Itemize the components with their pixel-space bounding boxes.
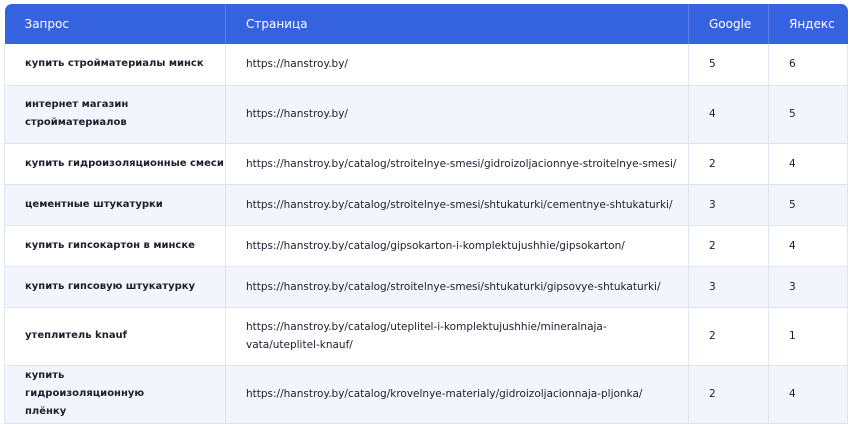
table-row: купить гидроизоляционные смеси https://h…	[4, 143, 848, 185]
column-header-query: Запрос	[4, 4, 226, 44]
column-header-yandex: Яндекс	[768, 4, 848, 44]
page-cell: https://hanstroy.by/catalog/stroitelnye-…	[225, 143, 689, 185]
query-cell: купить гидроизоляционную плёнку	[4, 365, 226, 424]
google-position-cell: 2	[688, 365, 769, 424]
query-cell: интернет магазин стройматериалов	[4, 85, 226, 144]
page-cell: https://hanstroy.by/catalog/stroitelnye-…	[225, 266, 689, 308]
column-header-page: Страница	[225, 4, 689, 44]
page-cell: https://hanstroy.by/catalog/gipsokarton-…	[225, 225, 689, 267]
google-position-cell: 3	[688, 184, 769, 226]
query-cell: купить гидроизоляционные смеси	[4, 143, 226, 185]
yandex-position-cell: 4	[768, 365, 848, 424]
google-position-cell: 2	[688, 143, 769, 185]
page-cell: https://hanstroy.by/	[225, 85, 689, 144]
page-cell: https://hanstroy.by/	[225, 44, 689, 86]
query-cell: купить гипсовую штукатурку	[4, 266, 226, 308]
query-cell: цементные штукатурки	[4, 184, 226, 226]
yandex-position-cell: 3	[768, 266, 848, 308]
yandex-position-cell: 5	[768, 184, 848, 226]
yandex-position-cell: 6	[768, 44, 848, 86]
page-cell: https://hanstroy.by/catalog/uteplitel-i-…	[225, 307, 689, 366]
google-position-cell: 2	[688, 307, 769, 366]
table-row: купить гидроизоляционную плёнку https://…	[4, 365, 848, 424]
column-header-google: Google	[688, 4, 769, 44]
rankings-table: Запрос Страница Google Яндекс купить стр…	[4, 4, 848, 424]
page-cell: https://hanstroy.by/catalog/krovelnye-ma…	[225, 365, 689, 424]
query-cell: утеплитель knauf	[4, 307, 226, 366]
table-row: купить гипсовую штукатурку https://hanst…	[4, 266, 848, 308]
yandex-position-cell: 1	[768, 307, 848, 366]
table-header: Запрос Страница Google Яндекс	[4, 4, 848, 44]
rankings-table-container: Запрос Страница Google Яндекс купить стр…	[4, 4, 848, 424]
table-row: цементные штукатурки https://hanstroy.by…	[4, 184, 848, 226]
page-cell: https://hanstroy.by/catalog/stroitelnye-…	[225, 184, 689, 226]
table-row: интернет магазин стройматериалов https:/…	[4, 85, 848, 144]
yandex-position-cell: 4	[768, 225, 848, 267]
query-cell: купить гипсокартон в минске	[4, 225, 226, 267]
header-row: Запрос Страница Google Яндекс	[4, 4, 848, 44]
google-position-cell: 3	[688, 266, 769, 308]
google-position-cell: 5	[688, 44, 769, 86]
table-row: утеплитель knauf https://hanstroy.by/cat…	[4, 307, 848, 366]
google-position-cell: 2	[688, 225, 769, 267]
table-row: купить гипсокартон в минске https://hans…	[4, 225, 848, 267]
query-cell: купить стройматериалы минск	[4, 44, 226, 86]
table-row: купить стройматериалы минск https://hans…	[4, 44, 848, 86]
yandex-position-cell: 4	[768, 143, 848, 185]
table-body: купить стройматериалы минск https://hans…	[4, 44, 848, 424]
google-position-cell: 4	[688, 85, 769, 144]
yandex-position-cell: 5	[768, 85, 848, 144]
